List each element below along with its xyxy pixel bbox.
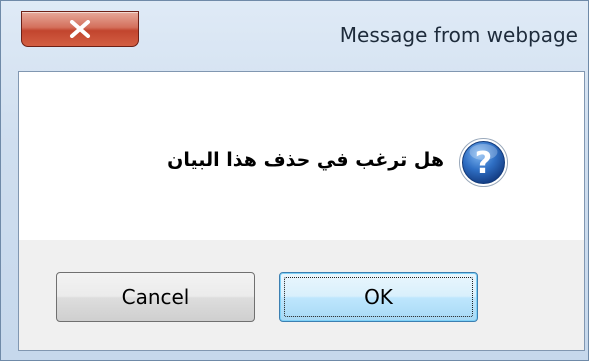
title-bar[interactable]: Message from webpage <box>1 1 589 71</box>
question-icon: ? <box>458 137 509 188</box>
ok-button[interactable]: OK <box>279 272 478 322</box>
window-title: Message from webpage <box>339 23 578 47</box>
message-area: ? هل ترغب في حذف هذا البيان <box>19 72 584 240</box>
svg-text:?: ? <box>475 146 492 181</box>
close-button[interactable] <box>21 11 139 47</box>
dialog-window: Message from webpage ? هل ترغب في حذف هذ… <box>0 0 589 361</box>
ok-button-label: OK <box>364 285 393 309</box>
dialog-body: ? هل ترغب في حذف هذا البيان Cancel OK <box>18 71 585 351</box>
cancel-button[interactable]: Cancel <box>56 272 255 322</box>
close-icon <box>69 20 91 38</box>
dialog-message: هل ترغب في حذف هذا البيان <box>167 149 444 171</box>
